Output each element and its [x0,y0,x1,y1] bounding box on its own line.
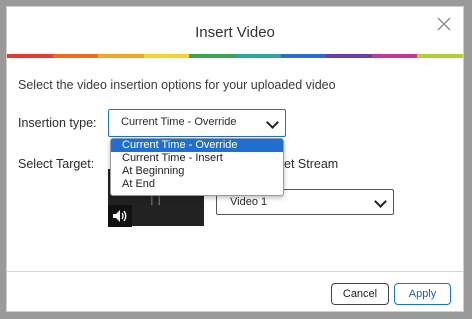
chevron-down-icon [374,195,387,208]
stripe-segment [417,54,463,58]
option-at-beginning[interactable]: At Beginning [111,165,283,178]
footer-divider [7,271,463,272]
insertion-type-value: Current Time - Override [121,116,237,128]
option-current-time-insert[interactable]: Current Time - Insert [111,152,283,165]
stripe-segment [326,54,372,58]
dialog-description: Select the video insertion options for y… [18,78,336,92]
insertion-type-dropdown: Current Time - Override Current Time - I… [110,138,284,196]
insertion-type-select[interactable]: Current Time - Override [108,109,286,137]
chevron-down-icon [266,116,279,129]
speaker-icon[interactable] [108,205,132,227]
stripe-segment [143,54,190,58]
color-stripe [7,54,463,58]
option-at-end[interactable]: At End [111,178,283,191]
stripe-segment [52,54,99,58]
loading-icon: ❙❙ [148,195,164,205]
apply-button[interactable]: Apply [394,283,451,305]
close-icon[interactable] [435,15,453,33]
stripe-segment [189,54,235,58]
stripe-segment [98,54,144,58]
dialog-title: Insert Video [195,24,275,41]
stripe-segment [7,54,53,58]
stripe-segment [371,54,418,58]
select-target-label: Select Target: [18,157,95,171]
option-current-time-override[interactable]: Current Time - Override [111,139,283,152]
cancel-button[interactable]: Cancel [331,283,389,305]
stripe-segment [280,54,327,58]
insertion-type-label: Insertion type: [18,116,97,130]
insert-video-dialog: Insert Video Select the video insertion … [6,6,464,312]
target-stream-value: Video 1 [230,196,268,208]
stripe-segment [234,54,281,58]
target-stream-label: et Stream [284,157,339,171]
